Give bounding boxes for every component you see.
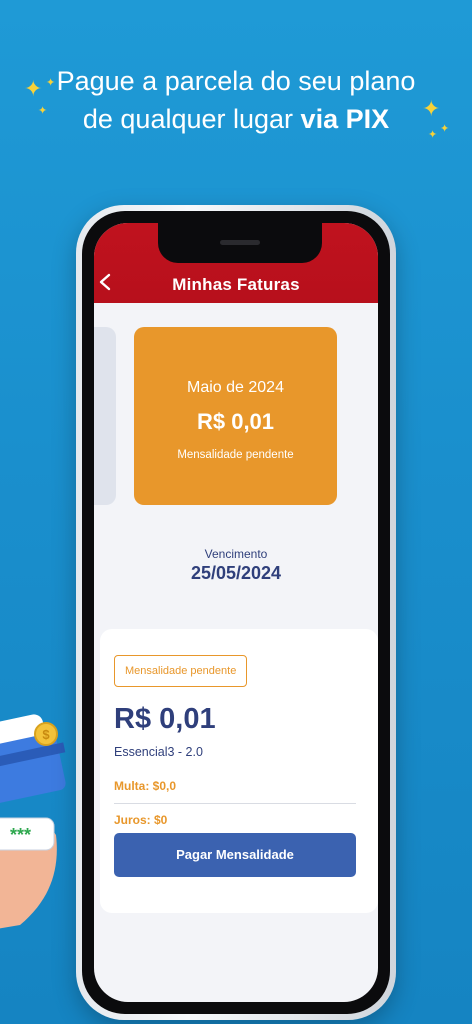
speaker-grille (220, 240, 260, 245)
sparkle-icon: ✦ (440, 123, 450, 135)
invoice-card[interactable]: Maio de 2024 R$ 0,01 Mensalidade pendent… (134, 327, 337, 505)
promo-line-2-prefix: de qualquer lugar (82, 104, 301, 134)
phone-notch (158, 223, 322, 263)
phone-mockup: Minhas Faturas Maio de 2024 R$ 0,01 Mens… (76, 205, 396, 1020)
interest-value: Juros: $0 (114, 813, 168, 827)
page-title: Minhas Faturas (172, 275, 300, 294)
hand-card-illustration: $ *** (0, 714, 66, 929)
status-badge: Mensalidade pendente (114, 655, 248, 687)
phone-screen: Minhas Faturas Maio de 2024 R$ 0,01 Mens… (94, 223, 378, 1002)
pin-mask: *** (10, 825, 31, 845)
promo-line-2: de qualquer lugar via PIX (40, 100, 432, 138)
detail-amount: R$ 0,01 (114, 703, 216, 735)
coin-symbol: $ (42, 727, 50, 742)
fine-value: Multa: $0,0 (114, 779, 177, 793)
card-illustration (0, 714, 66, 804)
pay-button[interactable]: Pagar Mensalidade (114, 833, 356, 877)
divider (114, 803, 356, 804)
coin-icon: $ (34, 722, 58, 746)
invoice-status: Mensalidade pendente (177, 449, 294, 461)
invoice-month: Maio de 2024 (187, 379, 284, 396)
promo-headline: Pague a parcela do seu plano de qualquer… (40, 62, 432, 138)
invoice-amount: R$ 0,01 (196, 409, 275, 434)
promo-line-2-emphasis: via PIX (300, 104, 390, 134)
phone-bezel: Minhas Faturas Maio de 2024 R$ 0,01 Mens… (82, 211, 390, 1014)
previous-invoice-card[interactable] (94, 327, 116, 505)
promo-line-1: Pague a parcela do seu plano (56, 66, 416, 96)
invoice-detail-card: Mensalidade pendente R$ 0,01 Essencial3 … (100, 629, 378, 913)
plan-name: Essencial3 - 2.0 (114, 745, 203, 759)
due-date-label: Vencimento (204, 547, 268, 561)
due-date-value: 25/05/2024 (190, 563, 282, 583)
